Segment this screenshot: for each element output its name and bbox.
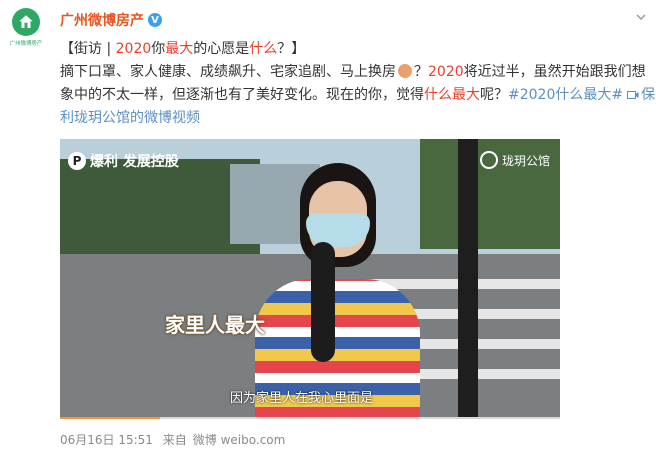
text-segment: ？】: [277, 41, 306, 57]
account-avatar[interactable]: 广州微博房产: [6, 8, 46, 56]
post-source[interactable]: 微博 weibo.com: [193, 433, 286, 447]
video-player[interactable]: P 爆利 发展控股 珑玥公馆 家里人最大 因为家里人在我心里面是: [60, 139, 560, 419]
brand-badge-icon: P: [68, 152, 86, 170]
text-segment: 将近过半，虽然开始跟我们想: [463, 64, 646, 80]
post-line-3: 象中的不太一样，但逐渐也有了美好变化。现在的你，觉得什么最大呢？#2020什么最…: [60, 84, 655, 107]
video-progress-fill: [60, 417, 160, 419]
project-watermark-text: 珑玥公馆: [501, 153, 550, 168]
video-progress-bar[interactable]: [60, 417, 560, 419]
text-segment: 【街访 |: [60, 41, 116, 57]
account-name[interactable]: 广州微博房产: [60, 10, 144, 30]
highlight-text: 2020: [428, 64, 464, 80]
post-line-4: 利珑玥公馆的微博视频: [60, 107, 650, 130]
highlight-text: 什么最大: [424, 87, 480, 103]
post-text: 【街访 | 2020你最大的心愿是什么？】 摘下口罩、家人健康、成绩飙升、宅家追…: [60, 38, 655, 130]
post-timestamp[interactable]: 06月16日 15:51: [60, 433, 153, 447]
account-name-row[interactable]: 广州微博房产 V: [60, 10, 162, 30]
highlight-text: 2020: [115, 41, 152, 57]
video-link[interactable]: 利珑玥公馆的微博视频: [60, 110, 200, 126]
text-segment: 象中的不太一样，但逐渐也有了美好变化。现在的你，觉得: [60, 87, 424, 103]
face-mask: [306, 213, 370, 247]
video-link-icon: [627, 91, 639, 99]
post-line-1: 【街访 | 2020你最大的心愿是什么？】: [60, 38, 650, 61]
hashtag-link[interactable]: #2020什么最大#: [508, 87, 623, 103]
text-segment: 呢？: [480, 87, 508, 103]
street-pole: [458, 139, 478, 419]
post-line-2: 摘下口罩、家人健康、成绩飙升、宅家追剧、马上换房 ？2020将近过半，虽然开始跟我…: [60, 61, 650, 84]
chevron-down-icon[interactable]: [636, 12, 646, 22]
text-segment: 你: [151, 41, 166, 57]
post-meta: 06月16日 15:51 来自 微博 weibo.com: [60, 431, 291, 448]
project-logo-icon: [479, 151, 498, 169]
verified-badge-icon: V: [148, 13, 162, 27]
video-subtitle: 因为家里人在我心里面是: [230, 391, 374, 406]
avatar-label: 广州微博房产: [9, 40, 43, 47]
brand-watermark: P 爆利 发展控股: [68, 151, 179, 171]
text-segment: 摘下口罩、家人健康、成绩飙升、宅家追剧、马上换房: [60, 64, 396, 80]
microphone: [311, 242, 335, 362]
project-watermark: 珑玥公馆: [479, 151, 550, 169]
video-title-caption: 家里人最大: [165, 313, 265, 337]
video-link-start[interactable]: 保: [641, 87, 655, 103]
text-segment: ？: [414, 64, 428, 80]
source-prefix: 来自: [162, 433, 187, 447]
highlight-text: 最大: [165, 41, 194, 57]
highlight-text: 什么: [249, 41, 278, 57]
house-logo-icon: [12, 8, 40, 36]
text-segment: 的心愿是: [193, 41, 250, 57]
emoji-icon: [398, 64, 412, 78]
brand-watermark-text: 爆利 发展控股: [90, 154, 179, 170]
